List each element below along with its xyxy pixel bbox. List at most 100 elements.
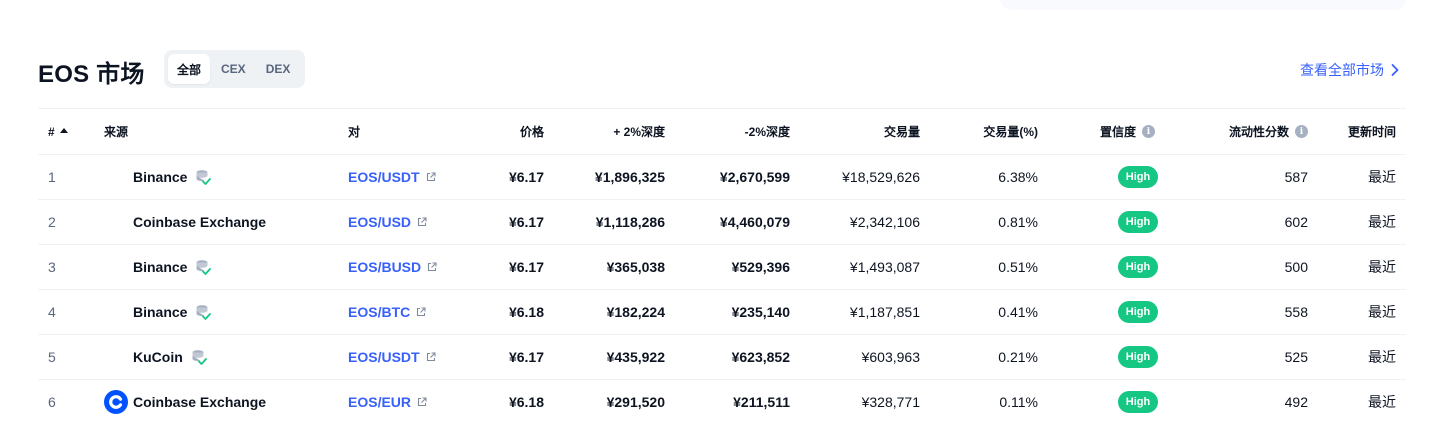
exchange-logo <box>104 255 128 279</box>
exchange-name: Coinbase Exchange <box>133 214 267 230</box>
row-pair: EOS/USDT <box>348 155 478 199</box>
table-body: 1 Binance EOS/USDT ¥6.17 ¥1,896,325 ¥2,6… <box>38 154 1406 424</box>
row-source[interactable]: Binance <box>104 155 334 199</box>
column-minus-depth-header[interactable]: -2%深度 <box>670 109 790 154</box>
column-liquidity-header[interactable]: 流动性分数 i <box>1168 109 1308 154</box>
filter-cex-button[interactable]: CEX <box>212 54 255 84</box>
external-link-icon[interactable] <box>416 307 426 317</box>
confidence-info-icon[interactable]: i <box>1142 125 1156 138</box>
pair-link[interactable]: EOS/EUR <box>348 394 411 410</box>
row-minus-depth: ¥235,140 <box>731 304 790 320</box>
market-type-filter: 全部 CEX DEX <box>164 50 305 88</box>
row-volume-pct: 0.51% <box>998 259 1038 275</box>
pair-link[interactable]: EOS/BTC <box>348 304 410 320</box>
exchange-name: KuCoin <box>133 349 183 365</box>
row-source[interactable]: KuCoin <box>104 335 334 379</box>
confidence-badge: High <box>1117 166 1159 188</box>
bottom-fade <box>0 418 1450 430</box>
row-volume: ¥2,342,106 <box>849 214 920 230</box>
coinbase-logo-icon <box>104 390 128 414</box>
filter-dex-button[interactable]: DEX <box>257 54 300 84</box>
exchange-name: Binance <box>133 259 188 275</box>
column-volume-header[interactable]: 交易量 <box>790 109 920 154</box>
row-rank: 4 <box>48 304 56 320</box>
pair-link[interactable]: EOS/USD <box>348 214 411 230</box>
row-updated: 最近 <box>1368 169 1396 185</box>
row-plus-depth: ¥435,922 <box>606 349 665 365</box>
row-price: ¥6.18 <box>508 304 544 320</box>
markets-table: # 来源 对 价格 + 2%深度 -2%深度 交易量 交易量(%) 置信度 i … <box>38 108 1406 424</box>
row-rank: 1 <box>48 169 56 185</box>
column-volume-pct-header[interactable]: 交易量(%) <box>928 109 1038 154</box>
exchange-name: Coinbase Exchange <box>133 394 267 410</box>
column-plus-depth-header[interactable]: + 2%深度 <box>545 109 665 154</box>
table-row[interactable]: 5 KuCoin EOS/USDT ¥6.17 ¥435,922 ¥623,85… <box>38 334 1406 379</box>
table-row[interactable]: 2 Coinbase Exchange EOS/USD ¥6.17 ¥1,118… <box>38 199 1406 244</box>
view-all-label: 查看全部市场 <box>1300 62 1384 78</box>
binance-verify-icon <box>195 304 212 321</box>
column-price-header[interactable]: 价格 <box>464 109 544 154</box>
binance-verify-icon <box>195 259 212 276</box>
exchange-name: Binance <box>133 169 188 185</box>
table-row[interactable]: 4 Binance EOS/BTC ¥6.18 ¥182,224 ¥235,14… <box>38 289 1406 334</box>
exchange-logo <box>104 210 128 234</box>
column-updated-header[interactable]: 更新时间 <box>1316 109 1396 154</box>
row-liquidity: 587 <box>1284 169 1308 185</box>
pair-link[interactable]: EOS/USDT <box>348 169 420 185</box>
filter-all-button[interactable]: 全部 <box>168 54 211 84</box>
confidence-badge: High <box>1117 301 1159 323</box>
row-liquidity: 558 <box>1284 304 1308 320</box>
confidence-badge: High <box>1117 256 1159 278</box>
column-pair-header[interactable]: 对 <box>348 109 478 154</box>
pair-link[interactable]: EOS/USDT <box>348 349 420 365</box>
row-volume-pct: 0.21% <box>998 349 1038 365</box>
exchange-logo <box>104 165 128 189</box>
table-row[interactable]: 1 Binance EOS/USDT ¥6.17 ¥1,896,325 ¥2,6… <box>38 154 1406 199</box>
external-link-icon[interactable] <box>426 172 436 182</box>
row-source[interactable]: Binance <box>104 290 334 334</box>
row-updated: 最近 <box>1368 304 1396 320</box>
row-liquidity: 602 <box>1284 214 1308 230</box>
table-row[interactable]: 3 Binance EOS/BUSD ¥6.17 ¥365,038 ¥529,3… <box>38 244 1406 289</box>
pair-link[interactable]: EOS/BUSD <box>348 259 421 275</box>
row-liquidity: 525 <box>1284 349 1308 365</box>
row-updated: 最近 <box>1368 349 1396 365</box>
row-pair: EOS/USD <box>348 200 478 244</box>
row-volume-pct: 6.38% <box>998 169 1038 185</box>
row-pair: EOS/USDT <box>348 335 478 379</box>
row-rank: 3 <box>48 259 56 275</box>
external-link-icon[interactable] <box>417 397 427 407</box>
row-minus-depth: ¥529,396 <box>731 259 790 275</box>
exchange-logo <box>104 300 128 324</box>
row-rank: 2 <box>48 214 56 230</box>
row-volume: ¥1,493,087 <box>849 259 920 275</box>
top-card-edge <box>1000 0 1406 10</box>
row-price: ¥6.17 <box>508 169 544 185</box>
row-pair: EOS/BUSD <box>348 245 478 289</box>
page-title: EOS 市场 <box>38 61 145 88</box>
row-plus-depth: ¥1,118,286 <box>595 214 665 230</box>
row-minus-depth: ¥2,670,599 <box>719 169 790 185</box>
markets-header: EOS 市场 全部 CEX DEX 查看全部市场 <box>38 50 1406 88</box>
confidence-badge: High <box>1117 346 1159 368</box>
row-volume: ¥1,187,851 <box>849 304 920 320</box>
row-price: ¥6.17 <box>508 259 544 275</box>
view-all-markets-link[interactable]: 查看全部市场 <box>1300 60 1400 80</box>
row-volume: ¥603,963 <box>861 349 920 365</box>
liquidity-info-icon[interactable]: i <box>1295 125 1308 138</box>
kucoin-verify-icon <box>191 349 207 366</box>
sort-ascending-icon <box>59 128 68 133</box>
row-plus-depth: ¥365,038 <box>606 259 665 275</box>
row-liquidity: 500 <box>1284 259 1308 275</box>
column-source-header[interactable]: 来源 <box>104 109 334 154</box>
row-source[interactable]: Binance <box>104 245 334 289</box>
column-rank-header[interactable]: # <box>48 109 88 154</box>
row-source[interactable]: Coinbase Exchange <box>104 200 334 244</box>
row-minus-depth: ¥623,852 <box>731 349 790 365</box>
external-link-icon[interactable] <box>417 217 427 227</box>
row-plus-depth: ¥1,896,325 <box>594 169 665 185</box>
external-link-icon[interactable] <box>427 262 437 272</box>
row-price: ¥6.17 <box>508 349 544 365</box>
table-header-row: # 来源 对 价格 + 2%深度 -2%深度 交易量 交易量(%) 置信度 i … <box>38 108 1406 154</box>
external-link-icon[interactable] <box>426 352 436 362</box>
